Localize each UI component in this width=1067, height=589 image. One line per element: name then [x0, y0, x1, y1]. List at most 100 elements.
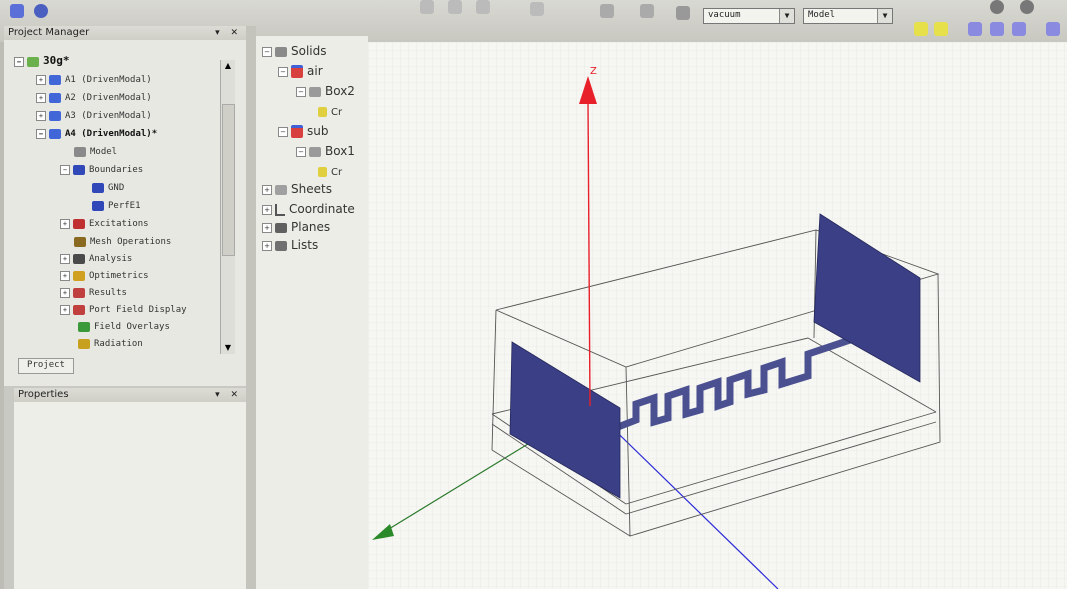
tree-air[interactable]: − air [278, 62, 323, 81]
expand-icon[interactable]: + [36, 74, 46, 85]
copy-icon[interactable] [448, 0, 462, 14]
cut-icon[interactable] [420, 0, 434, 14]
design-node-a3[interactable]: + A3 (DrivenModal) [36, 108, 152, 125]
results-icon [73, 287, 85, 298]
model-tree-panel: − Solids − air − Box2 Cr − sub − Box1 Cr + She… [256, 36, 368, 589]
boundary-icon [92, 182, 104, 193]
expand-icon[interactable]: + [36, 92, 46, 103]
sheets-icon [275, 184, 287, 195]
tree-create-box1[interactable]: Cr [318, 162, 342, 181]
expand-icon[interactable]: + [36, 110, 46, 121]
optimetrics-node[interactable]: + Optimetrics [60, 268, 149, 285]
tree-box1[interactable]: − Box1 [296, 142, 355, 161]
chevron-down-icon[interactable]: ▼ [779, 9, 794, 23]
material-group-icon [291, 125, 303, 138]
tree-solids[interactable]: − Solids [262, 42, 327, 61]
expand-icon[interactable]: + [262, 240, 272, 251]
rotate-icon[interactable] [1012, 22, 1026, 36]
grid-icon[interactable] [640, 4, 654, 18]
project-node[interactable]: −30g* [14, 52, 70, 69]
viewport-canvas[interactable]: Z [368, 42, 1067, 589]
mesh-operations-node[interactable]: Mesh Operations [74, 234, 171, 251]
tree-box2[interactable]: − Box2 [296, 82, 355, 101]
tab-project[interactable]: Project [18, 358, 74, 374]
panel-close-icon[interactable]: ▾ ✕ [215, 388, 242, 402]
tree-lists[interactable]: + Lists [262, 236, 318, 255]
collapse-icon[interactable]: − [278, 126, 288, 137]
planes-icon [275, 222, 287, 233]
solids-icon [275, 46, 287, 57]
material-value: vacuum [708, 10, 741, 20]
expand-icon[interactable]: + [60, 218, 70, 229]
scroll-thumb[interactable] [222, 104, 235, 256]
tree-sheets[interactable]: + Sheets [262, 180, 332, 199]
material-icon[interactable] [676, 6, 690, 20]
box-icon [309, 146, 321, 157]
z-axis-label: Z [590, 66, 597, 77]
expand-icon[interactable]: + [60, 253, 70, 264]
panel-splitter[interactable] [246, 26, 256, 589]
globe-icon[interactable] [34, 4, 48, 18]
cylinder-draw-icon[interactable] [934, 22, 948, 36]
model-node[interactable]: Model [74, 144, 117, 161]
modeler-viewport[interactable]: Z [368, 42, 1067, 589]
expand-icon[interactable]: + [262, 184, 272, 195]
port-field-display-node[interactable]: + Port Field Display [60, 302, 187, 319]
tree-create-box2[interactable]: Cr [318, 102, 342, 121]
material-select[interactable]: vacuum ▼ [703, 8, 795, 24]
box-draw-icon[interactable] [914, 22, 928, 36]
pan-icon[interactable] [990, 22, 1004, 36]
analysis-icon [73, 253, 85, 264]
project-tree-scrollbar[interactable]: ▲ ▼ [220, 60, 235, 354]
zoom-icon[interactable] [1046, 22, 1060, 36]
tree-coordinate[interactable]: + Coordinate [262, 200, 355, 219]
expand-icon[interactable]: + [262, 204, 272, 215]
collapse-icon[interactable]: − [278, 66, 288, 77]
analysis-node[interactable]: + Analysis [60, 251, 132, 268]
design-node-a4[interactable]: − A4 (DrivenModal)* [36, 126, 157, 143]
paste-icon[interactable] [476, 0, 490, 14]
selection-mode-select[interactable]: Model ▼ [803, 8, 893, 24]
collapse-icon[interactable]: − [36, 128, 46, 139]
optimetrics-icon [73, 270, 85, 281]
scroll-up-arrow[interactable]: ▲ [221, 60, 235, 72]
boundary-icon [73, 164, 85, 175]
boundary-gnd[interactable]: GND [92, 180, 124, 197]
app-icon[interactable] [10, 4, 24, 18]
boundary-perfe[interactable]: PerfE1 [92, 198, 141, 215]
tree-sub[interactable]: − sub [278, 122, 328, 141]
collapse-icon[interactable]: − [262, 46, 272, 57]
collapse-icon[interactable]: − [60, 164, 70, 175]
panel-close-icon[interactable]: ▾ ✕ [215, 26, 242, 40]
hfss-design-icon [49, 92, 61, 103]
undo-icon[interactable] [530, 2, 544, 16]
field-overlays-node[interactable]: Field Overlays [78, 319, 170, 336]
collapse-icon[interactable]: − [296, 86, 306, 97]
project-icon [27, 56, 39, 67]
collapse-icon[interactable]: − [296, 146, 306, 157]
redo-icon[interactable] [600, 4, 614, 18]
excitations-node[interactable]: + Excitations [60, 216, 149, 233]
results-node[interactable]: + Results [60, 285, 127, 302]
lists-icon [275, 240, 287, 251]
settings-icon[interactable] [990, 0, 1004, 14]
collapse-icon[interactable]: − [14, 56, 24, 67]
properties-panel: Properties ▾ ✕ [14, 388, 246, 589]
orient-icon[interactable] [968, 22, 982, 36]
help-icon[interactable] [1020, 0, 1034, 14]
expand-icon[interactable]: + [262, 222, 272, 233]
boundaries-node[interactable]: − Boundaries [60, 162, 143, 179]
radiation-node[interactable]: Radiation [78, 336, 143, 353]
tree-planes[interactable]: + Planes [262, 218, 330, 237]
chevron-down-icon[interactable]: ▼ [877, 9, 892, 23]
expand-icon[interactable]: + [60, 270, 70, 281]
design-node-a1[interactable]: + A1 (DrivenModal) [36, 72, 152, 89]
field-overlay-icon [78, 321, 90, 332]
coordinate-icon [275, 203, 285, 216]
expand-icon[interactable]: + [60, 304, 70, 315]
hfss-design-icon [49, 110, 61, 121]
project-manager-title: Project Manager ▾ ✕ [4, 26, 246, 40]
design-node-a2[interactable]: + A2 (DrivenModal) [36, 90, 152, 107]
scroll-down-arrow[interactable]: ▼ [221, 342, 235, 354]
expand-icon[interactable]: + [60, 287, 70, 298]
